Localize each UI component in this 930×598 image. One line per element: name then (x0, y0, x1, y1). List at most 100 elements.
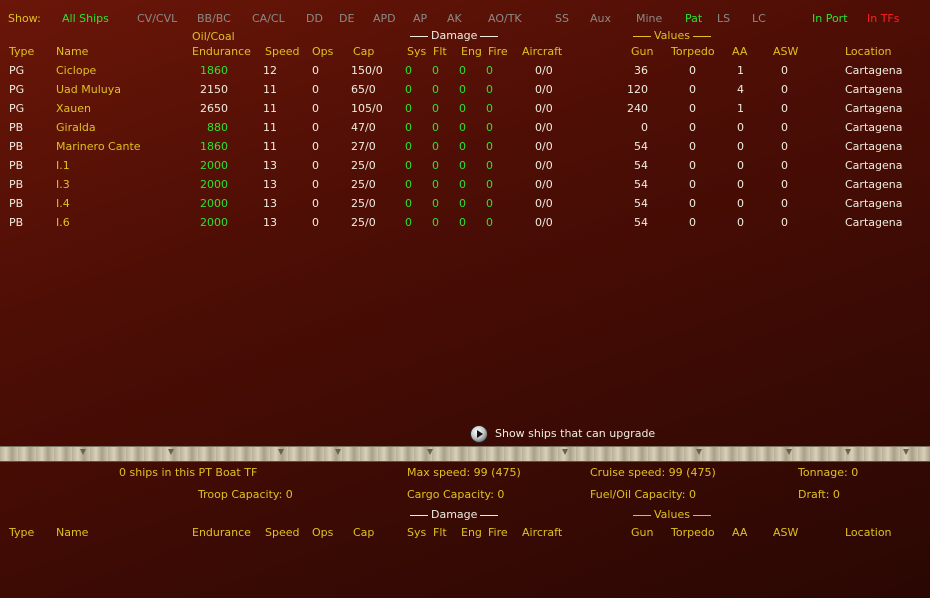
cell-name[interactable]: Marinero Cante (56, 140, 141, 153)
col-eng[interactable]: Eng (461, 45, 482, 58)
tf-col-gun[interactable]: Gun (631, 526, 653, 539)
cell-eng: 0 (459, 64, 466, 77)
cell-aa: 4 (737, 83, 744, 96)
cell-torpedo: 0 (689, 64, 696, 77)
tf-group-values-label: Values (654, 508, 690, 521)
cell-sys: 0 (405, 159, 412, 172)
cell-name[interactable]: Ciclope (56, 64, 96, 77)
col-gun[interactable]: Gun (631, 45, 653, 58)
cell-name[interactable]: I.3 (56, 178, 70, 191)
cell-type: PB (9, 216, 24, 229)
cell-asw: 0 (781, 64, 788, 77)
cell-ops: 0 (312, 140, 319, 153)
filter-ls[interactable]: LS (717, 12, 730, 25)
cell-cap: 65/0 (351, 83, 376, 96)
filter-bb-bc[interactable]: BB/BC (197, 12, 231, 25)
col-aircraft[interactable]: Aircraft (522, 45, 562, 58)
col-aa[interactable]: AA (732, 45, 747, 58)
arrow-right-icon[interactable] (470, 425, 488, 443)
col-sys[interactable]: Sys (407, 45, 426, 58)
cell-name[interactable]: I.4 (56, 197, 70, 210)
tf-col-endurance[interactable]: Endurance (192, 526, 251, 539)
cell-fire: 0 (486, 197, 493, 210)
tf-col-fire[interactable]: Fire (488, 526, 508, 539)
filter-ss[interactable]: SS (555, 12, 569, 25)
filter-dd[interactable]: DD (306, 12, 323, 25)
filter-lc[interactable]: LC (752, 12, 766, 25)
cell-flt: 0 (432, 64, 439, 77)
col-endurance[interactable]: Endurance (192, 45, 251, 58)
tf-col-type[interactable]: Type (9, 526, 34, 539)
cell-name[interactable]: I.1 (56, 159, 70, 172)
filter-all-ships[interactable]: All Ships (62, 12, 109, 25)
col-ops[interactable]: Ops (312, 45, 333, 58)
col-name[interactable]: Name (56, 45, 88, 58)
tf-col-eng[interactable]: Eng (461, 526, 482, 539)
cell-endurance: 2150 (200, 83, 228, 96)
filter-ak[interactable]: AK (447, 12, 462, 25)
col-speed[interactable]: Speed (265, 45, 299, 58)
cell-type: PB (9, 121, 24, 134)
filter-ao-tk[interactable]: AO/TK (488, 12, 522, 25)
cell-gun: 54 (634, 159, 648, 172)
tf-fuel-capacity: Fuel/Oil Capacity: 0 (590, 488, 696, 501)
cell-type: PB (9, 140, 24, 153)
tf-col-flt[interactable]: Flt (433, 526, 447, 539)
filter-cv-cvl[interactable]: CV/CVL (137, 12, 177, 25)
cell-aa: 0 (737, 178, 744, 191)
cell-type: PB (9, 197, 24, 210)
filter-de[interactable]: DE (339, 12, 354, 25)
col-fire[interactable]: Fire (488, 45, 508, 58)
cell-gun: 54 (634, 197, 648, 210)
cell-torpedo: 0 (689, 102, 696, 115)
cell-aircraft: 0/0 (535, 121, 553, 134)
filter-apd[interactable]: APD (373, 12, 396, 25)
cell-aircraft: 0/0 (535, 64, 553, 77)
show-upgrade-label[interactable]: Show ships that can upgrade (495, 427, 655, 440)
col-type[interactable]: Type (9, 45, 34, 58)
col-torpedo[interactable]: Torpedo (671, 45, 715, 58)
cell-torpedo: 0 (689, 159, 696, 172)
tf-col-cap[interactable]: Cap (353, 526, 374, 539)
col-flt[interactable]: Flt (433, 45, 447, 58)
tf-col-sys[interactable]: Sys (407, 526, 426, 539)
tf-col-ops[interactable]: Ops (312, 526, 333, 539)
cell-endurance: 2650 (200, 102, 228, 115)
cell-name[interactable]: Xauen (56, 102, 91, 115)
cell-name[interactable]: I.6 (56, 216, 70, 229)
filter-ca-cl[interactable]: CA/CL (252, 12, 285, 25)
cell-flt: 0 (432, 121, 439, 134)
cell-cap: 25/0 (351, 178, 376, 191)
panel-divider[interactable] (0, 446, 930, 462)
cell-torpedo: 0 (689, 197, 696, 210)
cell-name[interactable]: Giralda (56, 121, 96, 134)
filter-in-tfs[interactable]: In TFs (867, 12, 900, 25)
filter-pat[interactable]: Pat (685, 12, 702, 25)
tf-col-speed[interactable]: Speed (265, 526, 299, 539)
tf-col-location[interactable]: Location (845, 526, 892, 539)
cell-sys: 0 (405, 140, 412, 153)
filter-ap[interactable]: AP (413, 12, 427, 25)
cell-name[interactable]: Uad Muluya (56, 83, 121, 96)
tf-col-aircraft[interactable]: Aircraft (522, 526, 562, 539)
group-damage-label: Damage (431, 29, 478, 42)
cell-speed: 11 (263, 121, 277, 134)
cell-eng: 0 (459, 216, 466, 229)
filter-aux[interactable]: Aux (590, 12, 611, 25)
cell-cap: 25/0 (351, 197, 376, 210)
tf-col-name[interactable]: Name (56, 526, 88, 539)
cell-gun: 54 (634, 216, 648, 229)
cell-gun: 120 (627, 83, 648, 96)
cell-aircraft: 0/0 (535, 83, 553, 96)
tf-col-aa[interactable]: AA (732, 526, 747, 539)
filter-mine[interactable]: Mine (636, 12, 662, 25)
cell-type: PG (9, 102, 25, 115)
col-location[interactable]: Location (845, 45, 892, 58)
col-asw[interactable]: ASW (773, 45, 798, 58)
cell-aa: 0 (737, 159, 744, 172)
tf-col-torpedo[interactable]: Torpedo (671, 526, 715, 539)
filter-in-port[interactable]: In Port (812, 12, 848, 25)
cell-endurance: 2000 (200, 159, 228, 172)
tf-col-asw[interactable]: ASW (773, 526, 798, 539)
col-cap[interactable]: Cap (353, 45, 374, 58)
